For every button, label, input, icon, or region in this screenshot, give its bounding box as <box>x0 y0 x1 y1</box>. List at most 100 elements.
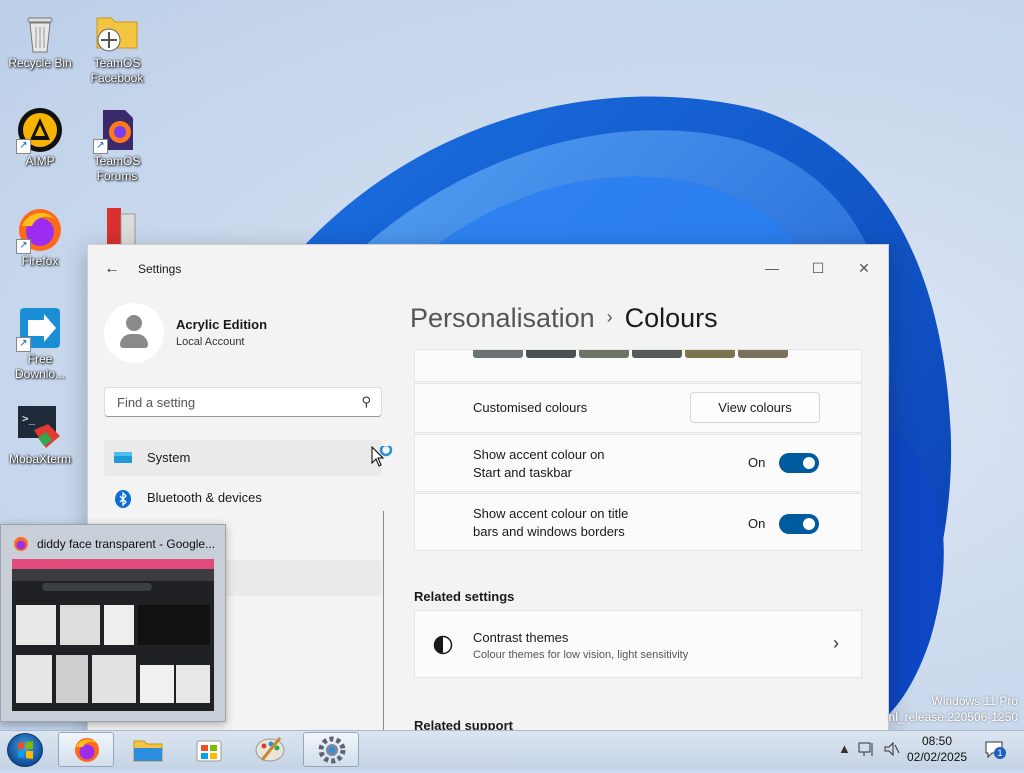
contrast-themes-row[interactable]: Contrast themes Colour themes for low vi… <box>414 610 862 678</box>
search-box[interactable]: ⚲ <box>104 387 382 417</box>
monitor-icon <box>114 450 132 466</box>
user-name: Acrylic Edition <box>176 317 268 332</box>
nav-item-bluetooth[interactable]: Bluetooth & devices <box>104 480 382 516</box>
related-settings-heading: Related settings <box>414 589 515 604</box>
download-manager-icon: ↗ <box>16 304 64 352</box>
nav-label: Bluetooth & devices <box>147 490 262 505</box>
paint-icon <box>255 737 285 762</box>
desktop-icon-mobaxterm[interactable]: >_ MobaXterm <box>0 404 80 467</box>
title-bar[interactable]: ← Settings — ☐ ✕ <box>88 245 888 293</box>
firefox-icon <box>13 536 29 552</box>
custom-colours-row: Customised colours View colours <box>414 383 862 433</box>
colour-swatch-row <box>414 349 862 382</box>
clock-date[interactable]: 02/02/2025 <box>907 750 967 764</box>
colour-swatch[interactable] <box>526 350 576 358</box>
accent-start-label-2: Start and taskbar <box>473 465 572 480</box>
firefox-icon: ↗ <box>16 206 64 254</box>
shortcut-arrow-icon: ↗ <box>16 239 31 254</box>
firefox-shortcut-icon: ↗ <box>93 106 141 154</box>
page-title: Colours <box>624 303 718 333</box>
contrast-icon <box>433 635 453 655</box>
preview-screenshot[interactable] <box>12 559 214 711</box>
accent-title-toggle[interactable] <box>779 514 819 534</box>
window-title: Settings <box>138 262 182 276</box>
contrast-subtitle: Colour themes for low vision, light sens… <box>473 649 689 661</box>
chevron-right-icon: › <box>606 307 613 327</box>
breadcrumb: Personalisation › Colours <box>410 303 718 334</box>
cursor-busy-icon <box>371 443 395 475</box>
desktop-icon-label: TeamOS Facebook <box>90 56 144 85</box>
action-center-flag-icon[interactable] <box>858 741 876 760</box>
desktop-icon-recycle-bin[interactable]: Recycle Bin <box>0 8 80 71</box>
clock-time[interactable]: 08:50 <box>907 734 967 748</box>
custom-colours-label: Customised colours <box>473 400 588 415</box>
taskbar-settings-button[interactable] <box>303 732 359 767</box>
avatar <box>104 303 164 363</box>
shortcut-arrow-icon: ↗ <box>93 139 108 154</box>
desktop-icon-teamos-facebook[interactable]: TeamOS Facebook <box>77 8 157 86</box>
accent-start-row: Show accent colour on Start and taskbar … <box>414 434 862 492</box>
colour-swatch[interactable] <box>473 350 523 358</box>
notification-button[interactable]: 1 <box>984 739 1006 759</box>
close-button[interactable]: ✕ <box>841 253 887 283</box>
nav-item-system[interactable]: System <box>104 440 382 476</box>
colour-swatch[interactable] <box>632 350 682 358</box>
desktop-icon-label: TeamOS Forums <box>93 154 141 183</box>
firefox-icon <box>75 738 99 762</box>
minimize-button[interactable]: — <box>749 253 795 283</box>
start-button[interactable] <box>7 733 43 767</box>
view-colours-button[interactable]: View colours <box>690 392 820 423</box>
volume-muted-icon[interactable] <box>883 741 901 760</box>
desktop-icon-aimp[interactable]: ↗ AIMP <box>0 106 80 169</box>
preview-title: diddy face transparent - Google... <box>37 537 216 551</box>
search-input[interactable] <box>115 394 349 411</box>
notification-count-badge: 1 <box>994 747 1006 759</box>
contrast-title: Contrast themes <box>473 630 569 645</box>
windows-logo-icon <box>18 741 33 759</box>
recycle-bin-icon <box>16 8 64 56</box>
toggle-state-text: On <box>748 516 766 531</box>
windows-watermark-line2: nl_release.220506-1250 <box>888 710 1018 724</box>
account-type: Local Account <box>176 336 245 348</box>
nav-divider <box>383 511 384 731</box>
maximize-button[interactable]: ☐ <box>795 253 841 283</box>
content-pane[interactable]: Customised colours View colours Show acc… <box>414 349 864 731</box>
taskbar-store-button[interactable] <box>181 732 237 767</box>
taskbar[interactable]: ▲ 08:50 02/02/2025 1 <box>0 730 1024 769</box>
folder-shortcut-icon <box>93 8 141 56</box>
file-explorer-icon <box>133 740 163 762</box>
gear-icon <box>318 736 346 764</box>
show-hidden-icons-icon[interactable]: ▲ <box>838 741 851 756</box>
toggle-state-text: On <box>748 455 766 470</box>
search-icon: ⚲ <box>361 394 371 409</box>
taskbar-thumbnail-preview[interactable]: diddy face transparent - Google... <box>0 524 226 722</box>
taskbar-paint-button[interactable] <box>242 732 298 767</box>
breadcrumb-parent[interactable]: Personalisation <box>410 303 595 333</box>
back-arrow-icon[interactable]: ← <box>102 259 122 279</box>
colour-swatch[interactable] <box>738 350 788 358</box>
desktop-icon-label: MobaXterm <box>8 452 72 466</box>
taskbar-firefox-button[interactable] <box>58 732 114 767</box>
desktop-icon-firefox[interactable]: ↗ Firefox <box>0 206 80 269</box>
shortcut-arrow-icon: ↗ <box>16 337 31 352</box>
shortcut-arrow-icon: ↗ <box>16 139 31 154</box>
store-icon <box>196 740 222 762</box>
colour-swatch[interactable] <box>685 350 735 358</box>
desktop-icon-label: AIMP <box>25 154 55 168</box>
aimp-icon: ↗ <box>16 106 64 154</box>
colour-swatch[interactable] <box>579 350 629 358</box>
taskbar-explorer-button[interactable] <box>120 732 176 767</box>
accent-title-label-2: bars and windows borders <box>473 524 625 539</box>
desktop-icon-label: Firefox <box>21 254 59 268</box>
desktop-icon-free-download[interactable]: ↗ Free Downlo... <box>0 304 80 382</box>
chevron-right-icon: › <box>833 633 839 653</box>
accent-start-toggle[interactable] <box>779 453 819 473</box>
windows-watermark-line1: Windows 11 Pro <box>931 694 1018 708</box>
mobaxterm-icon: >_ <box>16 404 64 452</box>
desktop-icon-label: Recycle Bin <box>8 56 72 70</box>
bluetooth-icon <box>114 490 132 508</box>
svg-text:>_: >_ <box>22 412 36 425</box>
user-profile[interactable]: Acrylic Edition Local Account <box>104 303 384 363</box>
desktop-icon-teamos-forums[interactable]: ↗ TeamOS Forums <box>77 106 157 184</box>
accent-title-label-1: Show accent colour on title <box>473 506 629 521</box>
